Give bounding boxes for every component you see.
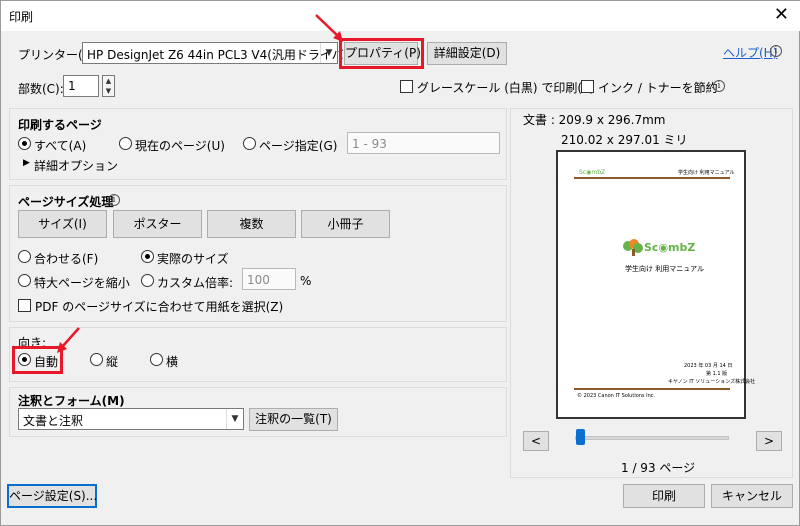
triangle-right-icon[interactable]: ▶ — [23, 158, 30, 168]
cancel-button[interactable]: キャンセル — [711, 484, 793, 508]
page-slider-thumb[interactable] — [576, 429, 585, 445]
header-right-text: 学生向け 利用マニュアル — [678, 170, 735, 176]
radio-shrink[interactable] — [18, 274, 31, 287]
radio-shrink-label: 特大ページを縮小 — [34, 276, 130, 290]
close-icon[interactable]: ✕ — [774, 4, 789, 26]
highlight-properties — [339, 38, 424, 69]
grayscale-label: グレースケール (白黒) で印刷(Y) — [417, 81, 595, 95]
preview-edition: 第 1.1 版 — [706, 371, 728, 377]
chevron-down-icon: ▼ — [320, 43, 337, 63]
prev-page-button[interactable]: < — [523, 431, 549, 451]
copies-label: 部数(C): — [18, 82, 64, 96]
page-counter: 1 / 93 ページ — [621, 461, 696, 475]
comments-select[interactable]: 文書と注釈 ▼ — [18, 408, 244, 430]
copies-value: 1 — [68, 79, 76, 93]
radio-actual-size-label: 実際のサイズ — [157, 252, 229, 266]
printer-value: HP DesignJet Z6 44in PCL3 V4(汎用ドライバ) — [87, 48, 349, 62]
radio-portrait[interactable] — [90, 353, 103, 366]
radio-auto-label: 自動 — [34, 355, 59, 369]
radio-all-label: すべて(A) — [34, 139, 87, 153]
page-range-input[interactable]: 1 - 93 — [347, 132, 500, 154]
page-slider[interactable] — [575, 436, 729, 440]
percent-label: % — [300, 274, 312, 288]
radio-custom-scale[interactable] — [141, 274, 154, 287]
preview-footer: © 2023 Canon IT Solutions Inc. — [577, 393, 656, 399]
pdf-paper-size-label: PDF のページサイズに合わせて用紙を選択(Z) — [35, 300, 284, 314]
red-arrow-icon — [57, 327, 80, 353]
custom-scale-input[interactable]: 100 — [242, 268, 296, 290]
radio-portrait-label: 縦 — [106, 355, 119, 369]
radio-current[interactable] — [119, 137, 132, 150]
copies-stepper[interactable]: ▲ ▼ — [102, 75, 115, 97]
logo-text: Sc◉mbZ — [644, 241, 696, 254]
stepper-up-icon[interactable]: ▲ — [103, 76, 114, 86]
page-sizing-title: ページサイズ処理 — [18, 195, 114, 209]
radio-all[interactable] — [18, 137, 31, 150]
pdf-paper-size-checkbox[interactable] — [18, 299, 31, 312]
paper-size: 210.02 x 297.01 ミリ — [561, 133, 688, 147]
page-preview: Sc◉mbZ 学生向け 利用マニュアル Sc◉mbZ 学生向け 利用マニュアル … — [556, 150, 755, 419]
print-button[interactable]: 印刷 — [623, 484, 705, 508]
size-button[interactable]: サイズ(I) — [18, 210, 107, 238]
printer-select[interactable]: HP DesignJet Z6 44in PCL3 V4(汎用ドライバ) ▼ — [82, 42, 348, 64]
next-page-button[interactable]: > — [756, 431, 782, 451]
radio-fit-label: 合わせる(F) — [34, 252, 99, 266]
more-options-link[interactable]: 詳細オプション — [34, 157, 118, 174]
ink-save-checkbox[interactable] — [581, 80, 594, 93]
grayscale-checkbox[interactable] — [400, 80, 413, 93]
radio-landscape-label: 横 — [166, 355, 179, 369]
custom-scale-value: 100 — [247, 273, 270, 287]
preview-date: 2023 年 03 月 14 日 — [684, 363, 733, 369]
multiple-button[interactable]: 複数 — [207, 210, 296, 238]
radio-auto[interactable] — [18, 353, 31, 366]
chevron-down-icon: ▼ — [226, 409, 243, 429]
page-range-value: 1 - 93 — [352, 137, 387, 151]
header-rule — [574, 177, 730, 179]
radio-fit[interactable] — [18, 250, 31, 263]
copies-input[interactable]: 1 — [63, 75, 99, 97]
radio-custom-scale-label: カスタム倍率: — [157, 276, 234, 290]
red-arrow-icon — [315, 14, 343, 42]
preview-company: キヤノン IT ソリューションズ株式会社 — [668, 379, 756, 385]
ink-save-label: インク / トナーを節約 — [598, 81, 718, 95]
radio-range[interactable] — [243, 137, 256, 150]
preview-subtitle: 学生向け 利用マニュアル — [625, 265, 705, 273]
radio-current-label: 現在のページ(U) — [135, 139, 225, 153]
advanced-button[interactable]: 詳細設定(D) — [427, 42, 507, 65]
page-setup-button[interactable]: ページ設定(S)... — [7, 484, 97, 508]
comments-value: 文書と注釈 — [23, 414, 84, 428]
comments-title: 注釈とフォーム(M) — [18, 394, 125, 408]
logo-tree-icon — [623, 239, 643, 256]
stepper-down-icon[interactable]: ▼ — [103, 86, 114, 96]
title-bar: 印刷 ✕ — [1, 1, 800, 31]
summarize-comments-button[interactable]: 注釈の一覧(T) — [249, 408, 338, 431]
radio-range-label: ページ指定(G) — [259, 139, 338, 153]
booklet-button[interactable]: 小冊子 — [301, 210, 390, 238]
pages-to-print-title: 印刷するページ — [18, 118, 102, 132]
info-icon: i — [713, 80, 725, 92]
info-icon: i — [770, 45, 782, 57]
doc-size: 文書 : 209.9 x 296.7mm — [523, 113, 666, 127]
header-logo: Sc◉mbZ — [579, 169, 606, 176]
orientation-panel — [9, 327, 507, 382]
dialog-title: 印刷 — [9, 10, 34, 24]
radio-landscape[interactable] — [150, 353, 163, 366]
radio-actual-size[interactable] — [141, 250, 154, 263]
print-dialog: 印刷 ✕ プリンター(N): HP DesignJet Z6 44in PCL3… — [0, 0, 800, 526]
info-icon: i — [108, 194, 120, 206]
footer-rule — [574, 388, 730, 390]
poster-button[interactable]: ポスター — [113, 210, 202, 238]
